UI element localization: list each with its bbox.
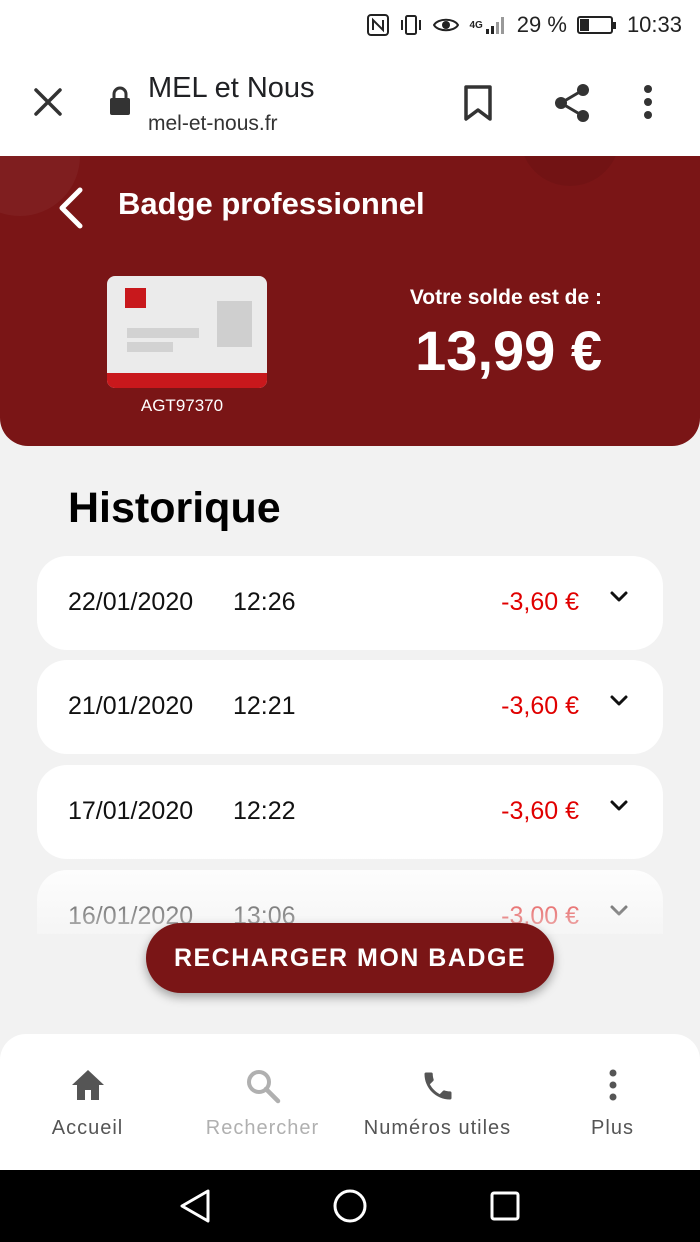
badge-card-image (107, 276, 267, 388)
chevron-down-icon[interactable] (607, 692, 631, 710)
nav-item-rechercher[interactable]: Rechercher (175, 1034, 350, 1170)
history-amount: -3,60 € (501, 692, 579, 720)
back-triangle-icon[interactable] (178, 1188, 212, 1229)
history-time: 12:21 (233, 692, 296, 720)
network-type: 4G (469, 19, 483, 31)
clock: 10:33 (626, 12, 682, 37)
nav-item-numeros-utiles[interactable]: Numéros utiles (350, 1034, 525, 1170)
chevron-down-icon[interactable] (607, 902, 631, 920)
more-vertical-icon[interactable] (607, 1068, 619, 1107)
more-vertical-icon[interactable] (642, 84, 654, 125)
home-circle-icon[interactable] (332, 1188, 368, 1229)
history-amount: -3,60 € (501, 797, 579, 825)
nav-label: Rechercher (205, 1117, 320, 1139)
home-icon[interactable] (70, 1068, 106, 1107)
recharge-badge-button[interactable]: RECHARGER MON BADGE (146, 923, 554, 993)
close-icon[interactable] (28, 82, 68, 127)
back-arrow-icon[interactable] (54, 186, 90, 230)
site-url[interactable]: mel-et-nous.fr (148, 112, 278, 136)
badge-header: Badge professionnel AGT97370 Votre solde… (0, 156, 700, 446)
battery-icon (576, 16, 616, 34)
chevron-down-icon[interactable] (607, 797, 631, 815)
bookmark-icon[interactable] (462, 84, 494, 127)
badge-id: AGT97370 (140, 396, 224, 415)
balance-value: 13,99 € (415, 319, 602, 382)
nav-label: Numéros utiles (363, 1117, 512, 1139)
system-navigation-bar (0, 1170, 700, 1242)
status-bar: 4G 29 % 10:33 (0, 0, 700, 50)
balance-label: Votre solde est de : (409, 286, 602, 309)
nav-label: Plus (591, 1117, 634, 1139)
nav-item-plus[interactable]: Plus (525, 1034, 700, 1170)
bottom-navigation: Accueil Rechercher Numéros utiles Plus (0, 1034, 700, 1170)
phone-icon[interactable] (420, 1068, 456, 1109)
site-title: MEL et Nous (148, 72, 315, 104)
history-time: 12:22 (233, 797, 296, 825)
history-row[interactable]: 21/01/2020 12:21 -3,60 € (37, 660, 663, 754)
signal-icon: 4G (469, 15, 506, 35)
decoration (520, 156, 620, 186)
search-icon[interactable] (245, 1068, 281, 1109)
chevron-down-icon[interactable] (607, 588, 631, 606)
history-list: 22/01/2020 12:26 -3,60 € 21/01/2020 12:2… (37, 556, 663, 934)
share-icon[interactable] (552, 82, 592, 129)
vibrate-icon (399, 14, 423, 36)
nav-label: Accueil (51, 1117, 124, 1139)
eye-icon (433, 15, 460, 35)
battery-fill (579, 19, 589, 31)
history-date: 21/01/2020 (68, 692, 194, 720)
history-amount: -3,60 € (501, 588, 579, 616)
recents-square-icon[interactable] (489, 1188, 521, 1229)
history-row[interactable]: 17/01/2020 12:22 -3,60 € (37, 765, 663, 859)
history-date: 22/01/2020 (68, 588, 194, 616)
nav-item-accueil[interactable]: Accueil (0, 1034, 175, 1170)
battery-percent: 29 % (516, 12, 567, 37)
history-title: Historique (68, 484, 281, 532)
page-title: Badge professionnel (118, 186, 425, 221)
nfc-icon (367, 14, 390, 36)
history-time: 12:26 (233, 588, 296, 616)
history-row[interactable]: 22/01/2020 12:26 -3,60 € (37, 556, 663, 650)
lock-icon[interactable] (108, 86, 132, 121)
browser-toolbar: MEL et Nous mel-et-nous.fr (0, 50, 700, 156)
history-date: 17/01/2020 (68, 797, 194, 825)
